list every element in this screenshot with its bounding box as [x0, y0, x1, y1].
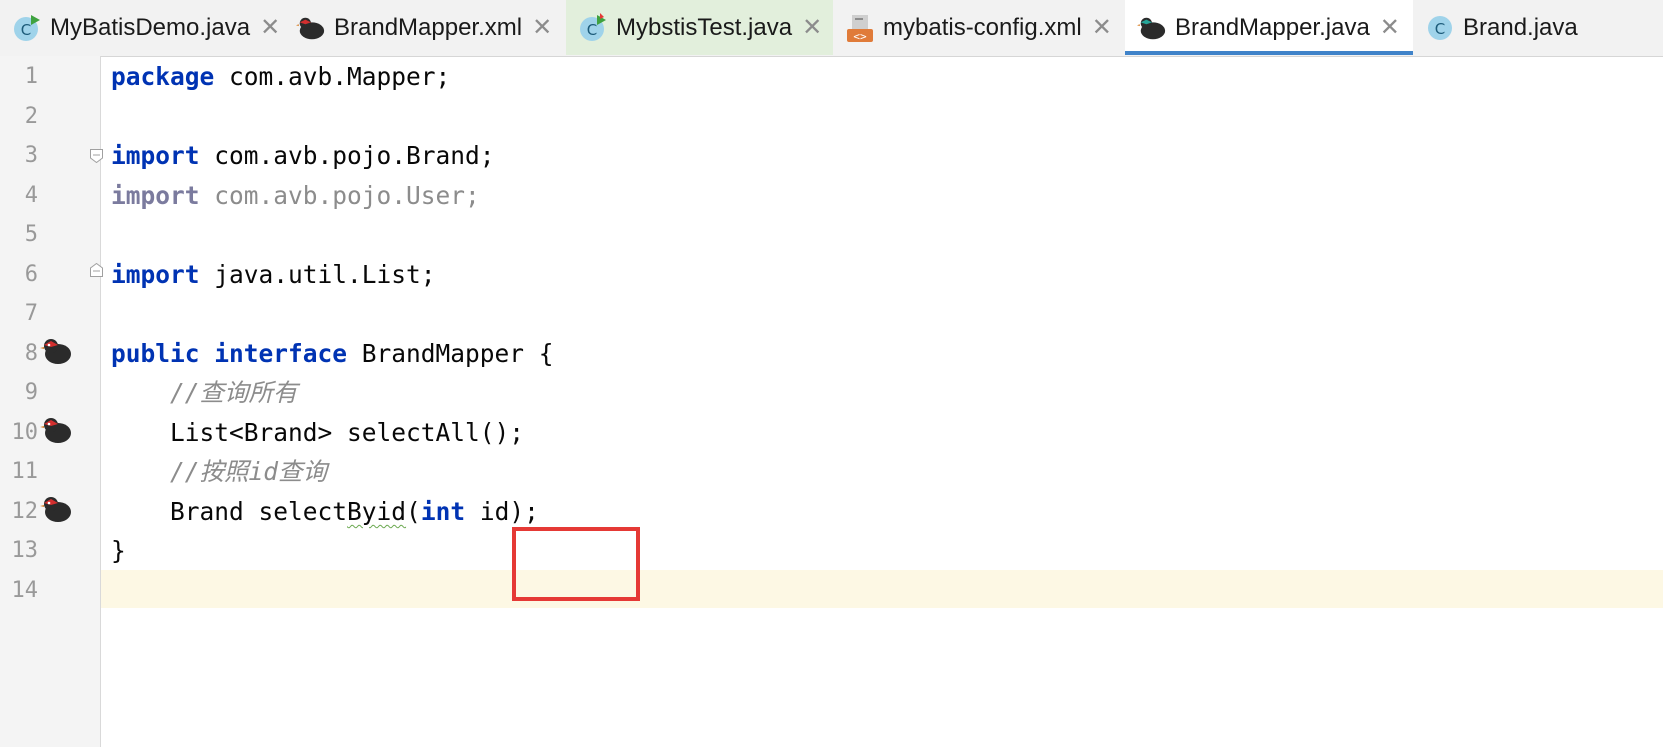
close-icon[interactable]: ✕ [1092, 13, 1112, 42]
code-text: id); [465, 497, 539, 526]
line-number: 2 [24, 104, 38, 129]
code-text: ( [406, 497, 421, 526]
line-number: 13 [11, 538, 39, 563]
keyword: int [420, 497, 466, 526]
java-class-run-icon: C [12, 13, 42, 43]
code-line-9: //查询所有 [111, 372, 298, 414]
code-text: BrandMapper { [347, 339, 554, 368]
code-line-8: public interface BrandMapper { [111, 333, 554, 375]
code-text: java.util.List; [199, 260, 436, 289]
close-icon[interactable]: ✕ [532, 13, 552, 42]
code-line-10: List<Brand> selectAll(); [111, 412, 524, 454]
mybatis-navigate-icon[interactable] [40, 414, 72, 446]
line-number: 3 [24, 143, 38, 168]
tab-mybatisdemo-java[interactable]: C MyBatisDemo.java ✕ [0, 0, 284, 55]
svg-text:C: C [21, 21, 31, 39]
tab-mybstistest-java[interactable]: C MybstisTest.java ✕ [566, 0, 833, 55]
code-line-11: //按照id查询 [111, 451, 327, 493]
unused-import-text: com.avb.pojo.User; [199, 181, 480, 210]
keyword: import [111, 141, 200, 170]
keyword: interface [214, 339, 348, 368]
java-class-icon: C [1425, 13, 1455, 43]
keyword: import [111, 181, 200, 210]
code-line-3: import com.avb.pojo.Brand; [111, 135, 495, 177]
tab-brand-java[interactable]: C Brand.java [1413, 0, 1663, 55]
code-line-12: Brand selectByid(int id); [111, 491, 539, 533]
close-icon[interactable]: ✕ [1380, 13, 1400, 42]
mybatis-bird-icon [296, 13, 326, 43]
annotation-highlight-box [512, 527, 640, 601]
line-number: 5 [24, 222, 38, 247]
tab-label: BrandMapper.xml [334, 13, 523, 41]
line-number: 4 [24, 183, 38, 208]
tab-label: MyBatisDemo.java [50, 13, 251, 41]
typo-warning-text: Byid [347, 497, 407, 526]
tab-label: BrandMapper.java [1175, 13, 1370, 41]
tab-label: Brand.java [1463, 13, 1578, 41]
tab-brandmapper-java[interactable]: BrandMapper.java ✕ [1125, 0, 1413, 55]
tab-label: mybatis-config.xml [883, 13, 1082, 41]
line-number: 12 [11, 499, 39, 524]
svg-text:C: C [587, 21, 597, 39]
line-number: 1 [24, 64, 38, 89]
line-number-gutter[interactable]: 1 2 3 4 5 6 7 8 9 10 11 12 13 14 [0, 56, 103, 747]
close-icon[interactable]: ✕ [802, 13, 822, 42]
tab-mybatis-config-xml[interactable]: <> mybatis-config.xml ✕ [833, 0, 1125, 55]
line-number: 6 [24, 262, 38, 287]
line-number: 10 [11, 420, 39, 445]
svg-text:C: C [1435, 20, 1445, 38]
code-line-6: import java.util.List; [111, 254, 436, 296]
code-text: Brand select [170, 497, 348, 526]
current-line-highlight [101, 570, 1663, 608]
tab-brandmapper-xml[interactable]: BrandMapper.xml ✕ [284, 0, 566, 55]
code-text: com.avb.Mapper; [214, 62, 451, 91]
code-text: List<Brand> selectAll(); [170, 418, 525, 447]
line-number: 7 [24, 301, 38, 326]
line-number: 11 [11, 459, 39, 484]
line-number: 14 [11, 578, 39, 603]
editor-tab-bar: C MyBatisDemo.java ✕ BrandMapper.xml ✕ C… [0, 0, 1663, 57]
tab-label: MybstisTest.java [616, 13, 793, 41]
code-line-1: package com.avb.Mapper; [111, 56, 450, 98]
code-line-13: } [111, 530, 126, 572]
mybatis-navigate-icon[interactable] [40, 335, 72, 367]
keyword: public [111, 339, 200, 368]
line-number: 8 [24, 341, 38, 366]
keyword: package [111, 62, 215, 91]
java-class-run-icon: C [578, 12, 608, 43]
svg-text:<>: <> [853, 30, 867, 43]
mybatis-navigate-icon[interactable] [40, 493, 72, 525]
close-icon[interactable]: ✕ [260, 13, 280, 42]
code-text: } [111, 536, 126, 565]
code-editor[interactable]: package com.avb.Mapper; import com.avb.p… [101, 56, 1663, 747]
mybatis-bird-icon [1137, 13, 1167, 43]
comment: //按照id查询 [170, 457, 328, 486]
comment: //查询所有 [170, 378, 298, 407]
code-text: com.avb.pojo.Brand; [199, 141, 495, 170]
line-number: 9 [24, 380, 38, 405]
code-line-4: import com.avb.pojo.User; [111, 175, 480, 217]
xml-file-icon: <> [845, 13, 875, 43]
keyword: import [111, 260, 200, 289]
